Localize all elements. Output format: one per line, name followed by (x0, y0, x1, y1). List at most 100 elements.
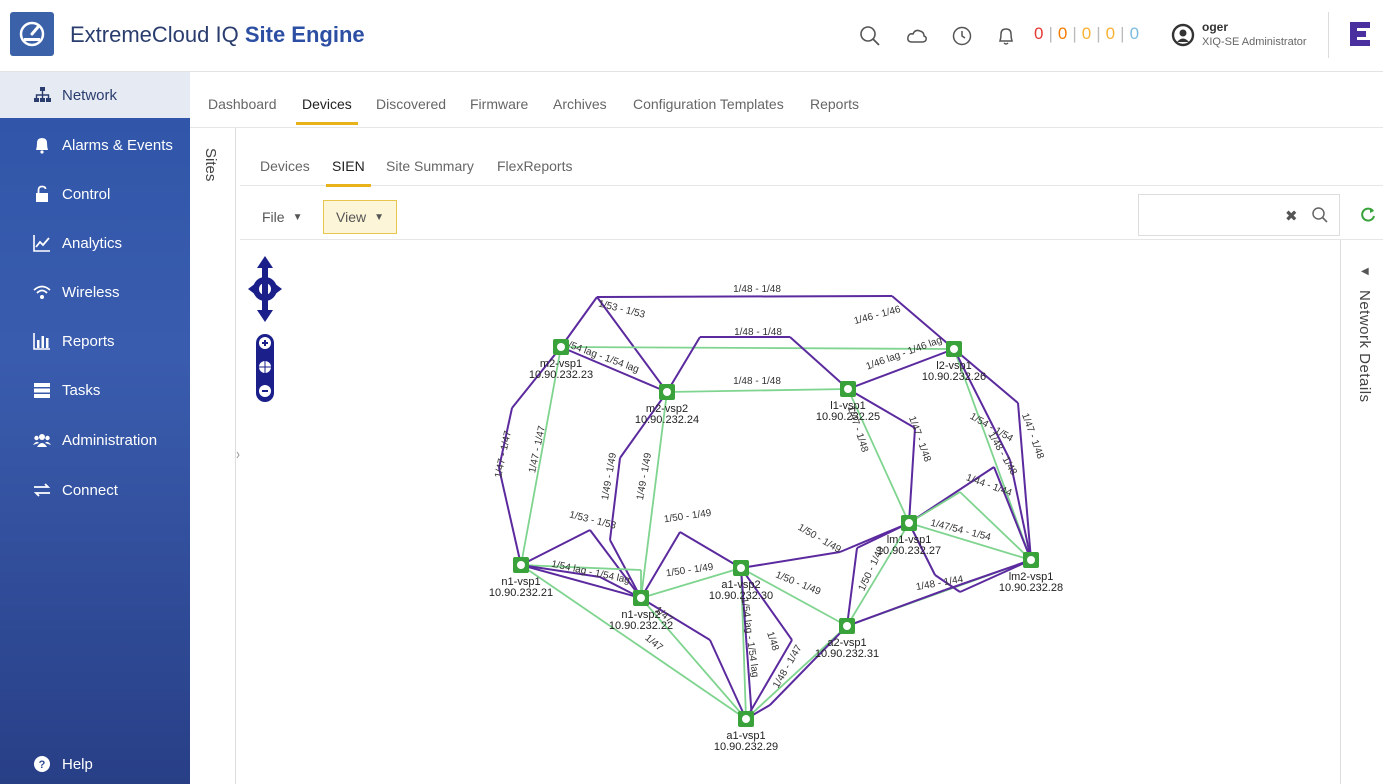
refresh-icon[interactable] (1360, 206, 1376, 222)
device-ip: 10.90.232.31 (815, 648, 879, 660)
app-logo[interactable] (10, 12, 54, 56)
tab-sub-devices[interactable]: Devices (260, 158, 310, 174)
info-count[interactable]: 0 (1130, 24, 1140, 43)
toolbar: File ▼ View ▼ ✖ (240, 194, 1383, 240)
sidebar-item-help[interactable]: ? Help (0, 744, 190, 784)
topology-link[interactable] (596, 295, 893, 298)
link-label: 1/49 - 1/49 (635, 452, 654, 501)
tab-configuration-templates[interactable]: Configuration Templates (633, 96, 784, 112)
sidebar-item-label: Connect (62, 481, 118, 499)
clear-icon[interactable]: ✖ (1285, 207, 1298, 225)
sidebar-item-label: Administration (62, 431, 158, 449)
sidebar-item-connect[interactable]: Connect (0, 467, 190, 513)
link-label: 1/50 - 1/49 (796, 522, 843, 556)
sidebar-item-alarms-events[interactable]: Alarms & Events (0, 122, 190, 168)
device-node[interactable]: m2-vsp210.90.232.24 (635, 384, 699, 426)
topology-link[interactable] (908, 427, 916, 524)
main-tabs: Dashboard Devices Discovered Firmware Ar… (190, 72, 1383, 128)
sites-panel-label[interactable]: Sites (202, 148, 219, 181)
app-title: ExtremeCloud IQ Site Engine (70, 22, 365, 48)
link-label: 1/50 - 1/49 (774, 570, 823, 598)
link-label: 1/48 - 1/48 (733, 284, 781, 295)
active-tab-indicator (296, 122, 358, 125)
arrows-icon (30, 480, 54, 500)
users-icon (30, 430, 54, 450)
tab-firmware[interactable]: Firmware (470, 96, 528, 112)
user-name[interactable]: oger (1202, 20, 1228, 34)
user-icon[interactable] (1170, 22, 1196, 48)
link-label: 1/47 - 1/48 (906, 415, 933, 464)
sidebar-item-tasks[interactable]: Tasks (0, 367, 190, 413)
topology-link[interactable] (846, 589, 946, 627)
app-title-brand: ExtremeCloud IQ (70, 22, 245, 47)
tab-flexreports[interactable]: FlexReports (497, 158, 572, 174)
search-icon[interactable] (1311, 206, 1329, 224)
device-ip: 10.90.232.28 (999, 582, 1063, 594)
bell-icon[interactable] (994, 24, 1018, 48)
link-label: 1/47 - 1/47 (527, 425, 548, 474)
sidebar-item-network[interactable]: Network (0, 72, 190, 118)
topology-map[interactable]: 1/48 - 1/48 1/53 - 1/53 1/46 - 1/46 1/48 - … (240, 240, 1340, 784)
warning-count[interactable]: 0 (1106, 24, 1116, 43)
tab-discovered[interactable]: Discovered (376, 96, 446, 112)
alarm-status-counts[interactable]: 0 | 0 | 0 | 0 | 0 (1034, 24, 1140, 44)
device-icon-dot (950, 345, 958, 353)
topology-link[interactable] (589, 529, 642, 599)
file-menu-button[interactable]: File ▼ (250, 200, 314, 234)
sidebar-item-label: Reports (62, 332, 115, 350)
sidebar-item-administration[interactable]: Administration (0, 417, 190, 463)
topology-link[interactable] (498, 467, 522, 566)
sub-tabs: Devices SIEN Site Summary FlexReports (240, 128, 1383, 187)
link-label: 1/48 - 1/48 (733, 376, 781, 387)
link-label: 1/50 - 1/49 (665, 562, 714, 580)
tab-sien[interactable]: SIEN (326, 158, 371, 187)
major-count[interactable]: 0 (1058, 24, 1068, 43)
tab-reports[interactable]: Reports (810, 96, 859, 112)
sidebar-item-reports[interactable]: Reports (0, 318, 190, 364)
network-details-label[interactable]: Network Details (1356, 290, 1373, 403)
sidebar-item-control[interactable]: Control (0, 171, 190, 217)
topology-link[interactable] (846, 547, 858, 627)
zoom-control[interactable] (254, 334, 276, 402)
sidebar-item-wireless[interactable]: Wireless (0, 269, 190, 315)
sidebar-item-label: Network (62, 86, 118, 104)
device-node[interactable]: a2-vsp110.90.232.31 (815, 618, 879, 660)
view-menu-button[interactable]: View ▼ (323, 200, 397, 234)
tab-dashboard[interactable]: Dashboard (208, 96, 277, 112)
svg-text:?: ? (39, 759, 46, 771)
tab-devices[interactable]: Devices (296, 96, 358, 125)
minor-count[interactable]: 0 (1082, 24, 1092, 43)
sidebar-item-analytics[interactable]: Analytics (0, 220, 190, 266)
topology-link[interactable] (666, 336, 701, 393)
link-label: 1/53 - 1/53 (568, 509, 617, 531)
divider (1328, 12, 1329, 58)
search-box: ✖ (1138, 194, 1340, 236)
device-ip: 10.90.232.25 (816, 411, 880, 423)
critical-count[interactable]: 0 (1034, 24, 1044, 43)
tab-site-summary[interactable]: Site Summary (386, 158, 474, 174)
topology-link[interactable] (789, 336, 849, 390)
wifi-icon (30, 282, 54, 302)
tasks-icon (30, 380, 54, 400)
device-icon-dot (844, 385, 852, 393)
link-label: 1/46 - 1/46 (853, 304, 902, 327)
topology-link[interactable] (740, 551, 841, 569)
topology-canvas[interactable]: 1/48 - 1/48 1/53 - 1/53 1/46 - 1/46 1/48 - … (240, 240, 1340, 784)
link-label: 1/54 lag - 1/54 lag (550, 559, 631, 586)
link-label: 1/44 - 1/44 (965, 472, 1014, 499)
topology-link[interactable] (560, 346, 955, 350)
device-node[interactable]: n1-vsp110.90.232.21 (489, 557, 553, 599)
topology-link[interactable] (666, 388, 849, 393)
search-icon[interactable] (858, 24, 882, 48)
clock-icon[interactable] (950, 24, 974, 48)
pan-control[interactable] (246, 254, 284, 324)
device-node[interactable]: a1-vsp110.90.232.29 (714, 711, 778, 753)
device-node[interactable]: lm2-vsp110.90.232.28 (999, 552, 1063, 594)
sites-panel[interactable] (190, 128, 236, 784)
cloud-icon[interactable] (905, 24, 929, 48)
tab-archives[interactable]: Archives (553, 96, 607, 112)
device-icon-dot (742, 715, 750, 723)
help-icon: ? (30, 754, 54, 774)
search-input[interactable] (1145, 203, 1275, 227)
caret-left-icon[interactable]: ◀ (1361, 266, 1369, 277)
